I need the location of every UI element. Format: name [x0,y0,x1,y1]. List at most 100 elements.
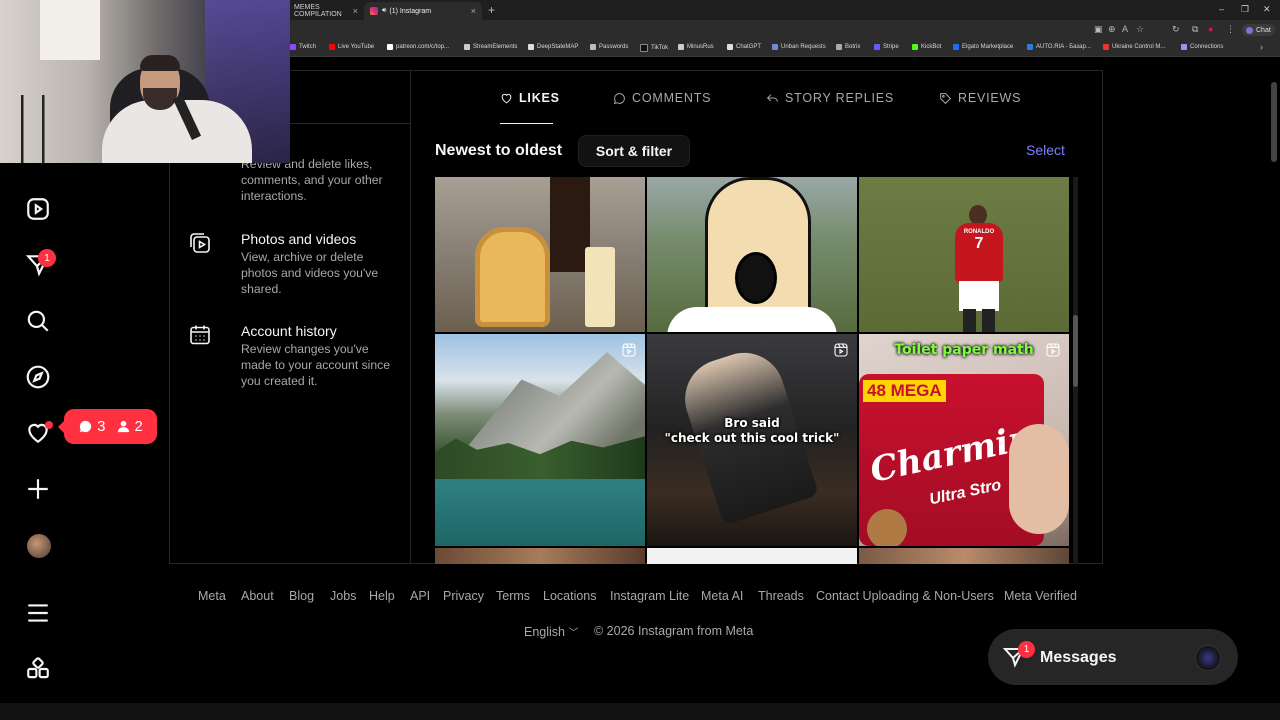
menu-item-desc: Review changes you've made to your accou… [241,342,391,388]
menu-account-history[interactable]: Account history Review changes you've ma… [188,323,398,393]
language-selector[interactable]: English ﹀ [524,624,578,639]
bookmark-tiktok[interactable]: TikTok [640,44,668,52]
bookmark-kickbot[interactable]: KickBot [912,44,941,50]
bookmark-passwords[interactable]: Passwords [590,44,628,50]
grid-scrollbar-thumb[interactable] [1073,315,1078,387]
reels-icon[interactable] [24,195,52,223]
bookmark-botrix[interactable]: Botrix [836,44,860,50]
bookmark-star-icon[interactable]: ☆ [1136,24,1144,35]
webcam-person-hair [140,55,180,71]
bookmark-patreon[interactable]: patreon.com/c/top... [387,44,449,50]
follows-count: 2 [116,418,143,435]
footer-link-meta[interactable]: Meta [198,589,226,603]
sort-filter-button[interactable]: Sort & filter [578,135,690,167]
chat-avatar[interactable] [1195,645,1221,671]
bookmarks-more-icon[interactable]: › [1260,42,1263,52]
explore-compass-icon[interactable] [24,363,52,391]
bookmark-stripe[interactable]: Stripe [874,44,899,50]
chat-label: Chat [1256,26,1271,34]
footer-link-blog[interactable]: Blog [289,589,314,603]
bookmark-minusrus[interactable]: MinusRus [678,44,714,50]
close-tab-icon[interactable]: × [353,6,358,16]
tab-story-replies[interactable]: STORY REPLIES [766,89,894,107]
grid-post-cartoon[interactable] [647,177,857,332]
comments-count: 3 [78,418,106,435]
video-caption: Bro said "check out this cool trick" [664,416,840,445]
bookmark-streamelements[interactable]: StreamElements [464,44,517,50]
cola-glass [550,177,590,272]
bookmark-youtube[interactable]: Live YouTube [329,44,374,50]
footer-link-jobs[interactable]: Jobs [330,589,356,603]
zoom-icon[interactable]: ⊕ [1108,24,1116,35]
footer-link-privacy[interactable]: Privacy [443,589,484,603]
select-button[interactable]: Select [1026,142,1065,158]
footer-link-meta-ai[interactable]: Meta AI [701,589,743,603]
comment-bubble-icon [80,420,92,433]
extensions-icon[interactable]: ⧉ [1192,24,1198,35]
profile-icon[interactable]: ● [1208,24,1213,34]
bookmark-unban[interactable]: Unban Requests [772,44,826,50]
video-title: Toilet paper math [894,342,1034,358]
bookmark-connections[interactable]: Connections [1181,44,1223,50]
refresh-icon[interactable]: ↻ [1172,24,1180,35]
window-close-icon[interactable]: ✕ [1263,4,1271,15]
search-icon[interactable] [24,307,52,335]
footer-link-api[interactable]: API [410,589,430,603]
footer-link-meta-verified[interactable]: Meta Verified [1004,589,1077,603]
restore-icon[interactable]: ❐ [1241,4,1249,15]
more-menu-icon[interactable] [24,599,52,627]
footer-link-help[interactable]: Help [369,589,395,603]
cartoon-shirt [667,307,837,332]
new-tab-icon[interactable]: + [488,3,495,17]
webcam-overlay [0,0,290,163]
profile-avatar[interactable] [27,534,51,558]
grid-post-lake[interactable] [435,334,645,546]
bookmark-twitch[interactable]: Twitch [290,44,316,50]
unread-dot [45,421,53,429]
active-tab-indicator [500,123,553,124]
tab-likes[interactable]: LIKES [500,89,560,107]
footer-link-terms[interactable]: Terms [496,589,530,603]
footer-link-threads[interactable]: Threads [758,589,804,603]
menu-item-title: Account history [241,323,337,339]
bookmark-elgato[interactable]: Elgato Marketplace [953,44,1013,50]
page-scrollbar-thumb[interactable] [1271,82,1277,162]
tab-comments[interactable]: COMMENTS [613,89,711,107]
tag-icon [940,92,952,104]
reel-icon [1045,342,1061,358]
footer-link-contact-uploading[interactable]: Contact Uploading & Non-Users [816,589,994,603]
bear-shape [867,509,907,546]
browser-tab-instagram[interactable]: 🔊︎ (1) Instagram × [364,2,482,20]
menu-item-desc: Review and delete likes, comments, and y… [241,157,383,203]
player-head [969,205,987,225]
menu-dots-icon[interactable]: ⋮ [1226,24,1235,35]
close-tab-icon[interactable]: × [471,6,476,16]
footer-link-locations[interactable]: Locations [543,589,597,603]
create-plus-icon[interactable] [24,475,52,503]
grid-post-toilet-paper[interactable]: Toilet paper math 48 MEGA Charmin Ultra … [859,334,1069,546]
grid-post-bread[interactable] [435,177,645,332]
grid-post-row3-2[interactable] [647,548,857,564]
footer-link-instagram-lite[interactable]: Instagram Lite [610,589,689,603]
bookmark-chatgpt[interactable]: ChatGPT [727,44,761,50]
tab-title: (1) Instagram [389,7,432,15]
notifications-popup[interactable]: 3 2 [58,409,157,444]
tab-reviews[interactable]: REVIEWS [939,89,1021,107]
bookmark-ukraine-control[interactable]: Ukraine Control M... [1103,44,1165,50]
grid-post-row3-1[interactable] [435,548,645,564]
chat-button[interactable]: Chat [1242,24,1275,36]
bookmark-deepstatemap[interactable]: DeepStateMAP [528,44,578,50]
meta-apps-icon[interactable] [24,655,52,683]
grid-post-ronaldo[interactable]: RONALDO 7 [859,177,1069,332]
translate-icon[interactable]: A [1122,24,1128,34]
install-app-icon[interactable]: ▣ [1094,24,1103,35]
menu-item-desc: View, archive or delete photos and video… [241,250,379,296]
minimize-icon[interactable]: – [1219,4,1224,14]
player-jersey: RONALDO 7 [955,223,1003,283]
grid-post-row3-3[interactable] [859,548,1069,564]
footer-link-about[interactable]: About [241,589,274,603]
browser-tab-memes[interactable]: MEMES COMPILATION × [288,2,364,20]
grid-post-cool-trick[interactable]: Bro said "check out this cool trick" [647,334,857,546]
menu-photos-videos[interactable]: Photos and videos View, archive or delet… [188,231,398,301]
bookmark-autoria[interactable]: AUTO.RIA - Базар... [1027,44,1091,50]
